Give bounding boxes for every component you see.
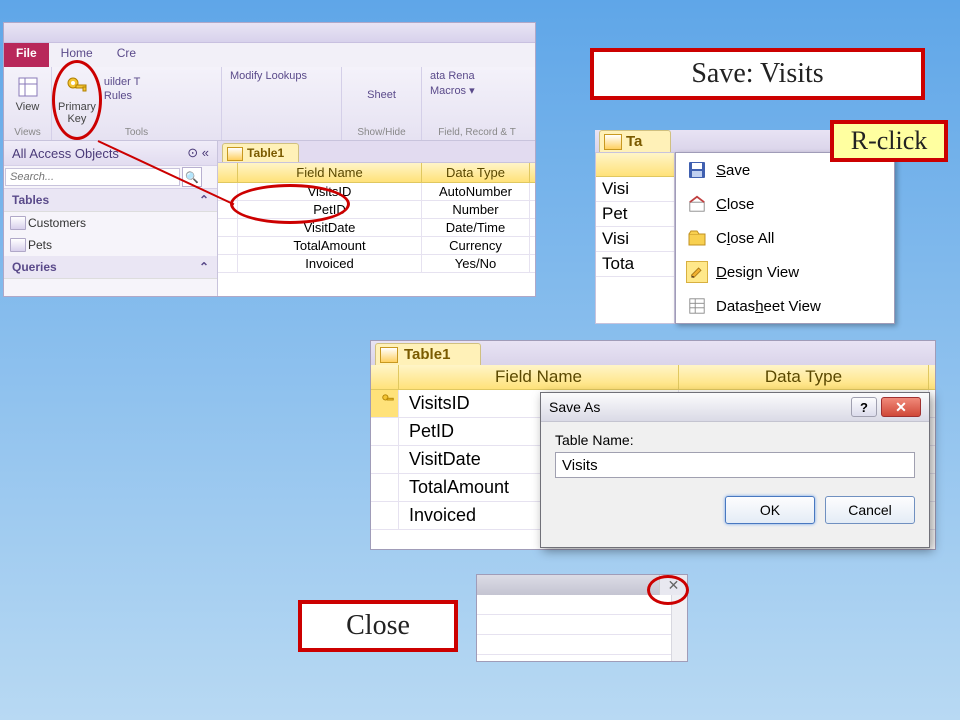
field-cell[interactable]: TotalAmount — [238, 237, 422, 254]
highlight-circle-close — [647, 575, 689, 605]
nav-item-customers[interactable]: Customers — [4, 212, 217, 234]
menu-close-all[interactable]: Close All — [676, 221, 894, 255]
partial-cell: Visi — [596, 227, 674, 252]
navigation-pane: All Access Objects ⊙ « 🔍 Tables ⌃ Custom… — [4, 141, 218, 296]
menu-close[interactable]: Close — [676, 187, 894, 221]
column-fieldname: Field Name — [238, 163, 422, 182]
table-tab-2[interactable]: Table1 — [375, 343, 481, 365]
table-tab[interactable]: Table1 — [222, 143, 299, 162]
field-cell[interactable]: Invoiced — [238, 255, 422, 272]
tab-file[interactable]: File — [4, 43, 49, 67]
sheet-button[interactable]: Sheet — [348, 69, 415, 102]
showhide-label — [228, 127, 335, 138]
nav-category-tables[interactable]: Tables ⌃ — [4, 189, 217, 212]
design-view-icon — [686, 261, 708, 283]
scrollbar[interactable] — [671, 595, 687, 661]
highlight-circle-pk — [52, 60, 102, 140]
menu-save-label: ave — [726, 162, 750, 179]
highlight-circle-fieldname — [230, 184, 350, 224]
context-menu-window: Ta Visi Pet Visi Tota Save Close — [595, 130, 945, 350]
datasheet-icon — [686, 295, 708, 317]
tab-create[interactable]: Cre — [105, 43, 148, 67]
rename-button[interactable]: ata Rena — [428, 69, 526, 83]
partial-cell: Pet — [596, 202, 674, 227]
dialog-title: Save As — [549, 399, 600, 415]
type-cell[interactable]: Date/Time — [422, 219, 530, 236]
dialog-help-button[interactable]: ? — [851, 397, 877, 417]
close-icon — [686, 193, 708, 215]
folder-icon — [686, 227, 708, 249]
tables-label: Tables — [12, 193, 49, 207]
type-cell[interactable]: Currency — [422, 237, 530, 254]
context-menu: Save Close Close All Design View — [675, 152, 895, 324]
builder-button[interactable]: uilder T — [102, 75, 142, 89]
pk-indicator — [371, 390, 399, 417]
menu-close-label: lose — [727, 196, 755, 213]
partial-cell: Visi — [596, 177, 674, 202]
column-datatype: Data Type — [422, 163, 530, 182]
nav-category-queries[interactable]: Queries ⌃ — [4, 256, 217, 279]
nav-collapse-icon[interactable]: ⊙ « — [187, 145, 209, 161]
save-icon — [686, 159, 708, 181]
nav-item-pets[interactable]: Pets — [4, 234, 217, 256]
modify-lookups-button[interactable]: Modify Lookups — [228, 69, 335, 83]
type-cell[interactable]: AutoNumber — [422, 183, 530, 200]
rules-button[interactable]: Rules — [102, 89, 142, 103]
menu-design-label: esign View — [727, 264, 799, 281]
annotation-save-visits: Save: Visits — [590, 48, 925, 100]
dialog-close-button[interactable]: ✕ — [881, 397, 921, 417]
menu-closeall-label: ose All — [730, 230, 774, 247]
collapse-icon: ⌃ — [199, 260, 209, 274]
partial-cell: Tota — [596, 252, 674, 277]
menu-datasheet-view[interactable]: Datasheet View — [676, 289, 894, 323]
view-icon — [14, 73, 42, 101]
table-name-input[interactable] — [555, 452, 915, 478]
search-input[interactable] — [5, 168, 180, 186]
views-group-label: Views — [10, 127, 45, 138]
cancel-button[interactable]: Cancel — [825, 496, 915, 524]
title-bar — [4, 23, 535, 43]
column-datatype-2: Data Type — [679, 365, 929, 389]
menu-design-view[interactable]: Design View — [676, 255, 894, 289]
macros-button[interactable]: Macros ▾ — [428, 83, 526, 98]
queries-label: Queries — [12, 260, 57, 274]
table-name-label: Table Name: — [555, 432, 915, 448]
collapse-icon: ⌃ — [199, 193, 209, 207]
menu-datasheet-label: eet View — [764, 298, 821, 315]
save-as-dialog: Save As ? ✕ Table Name: OK Cancel — [540, 392, 930, 548]
nav-header-label: All Access Objects — [12, 146, 119, 161]
view-label: View — [16, 101, 40, 113]
view-button[interactable]: View — [10, 69, 45, 113]
context-tab[interactable]: Ta — [599, 130, 671, 152]
annotation-close: Close — [298, 600, 458, 652]
dialog-titlebar: Save As ? ✕ — [541, 393, 929, 422]
column-fieldname-2: Field Name — [399, 365, 679, 389]
type-cell[interactable]: Number — [422, 201, 530, 218]
annotation-rclick: R-click — [830, 120, 948, 162]
type-cell[interactable]: Yes/No — [422, 255, 530, 272]
showhide-group-label: Show/Hide — [348, 127, 415, 138]
frt-group-label: Field, Record & T — [428, 127, 526, 138]
ok-button[interactable]: OK — [725, 496, 815, 524]
